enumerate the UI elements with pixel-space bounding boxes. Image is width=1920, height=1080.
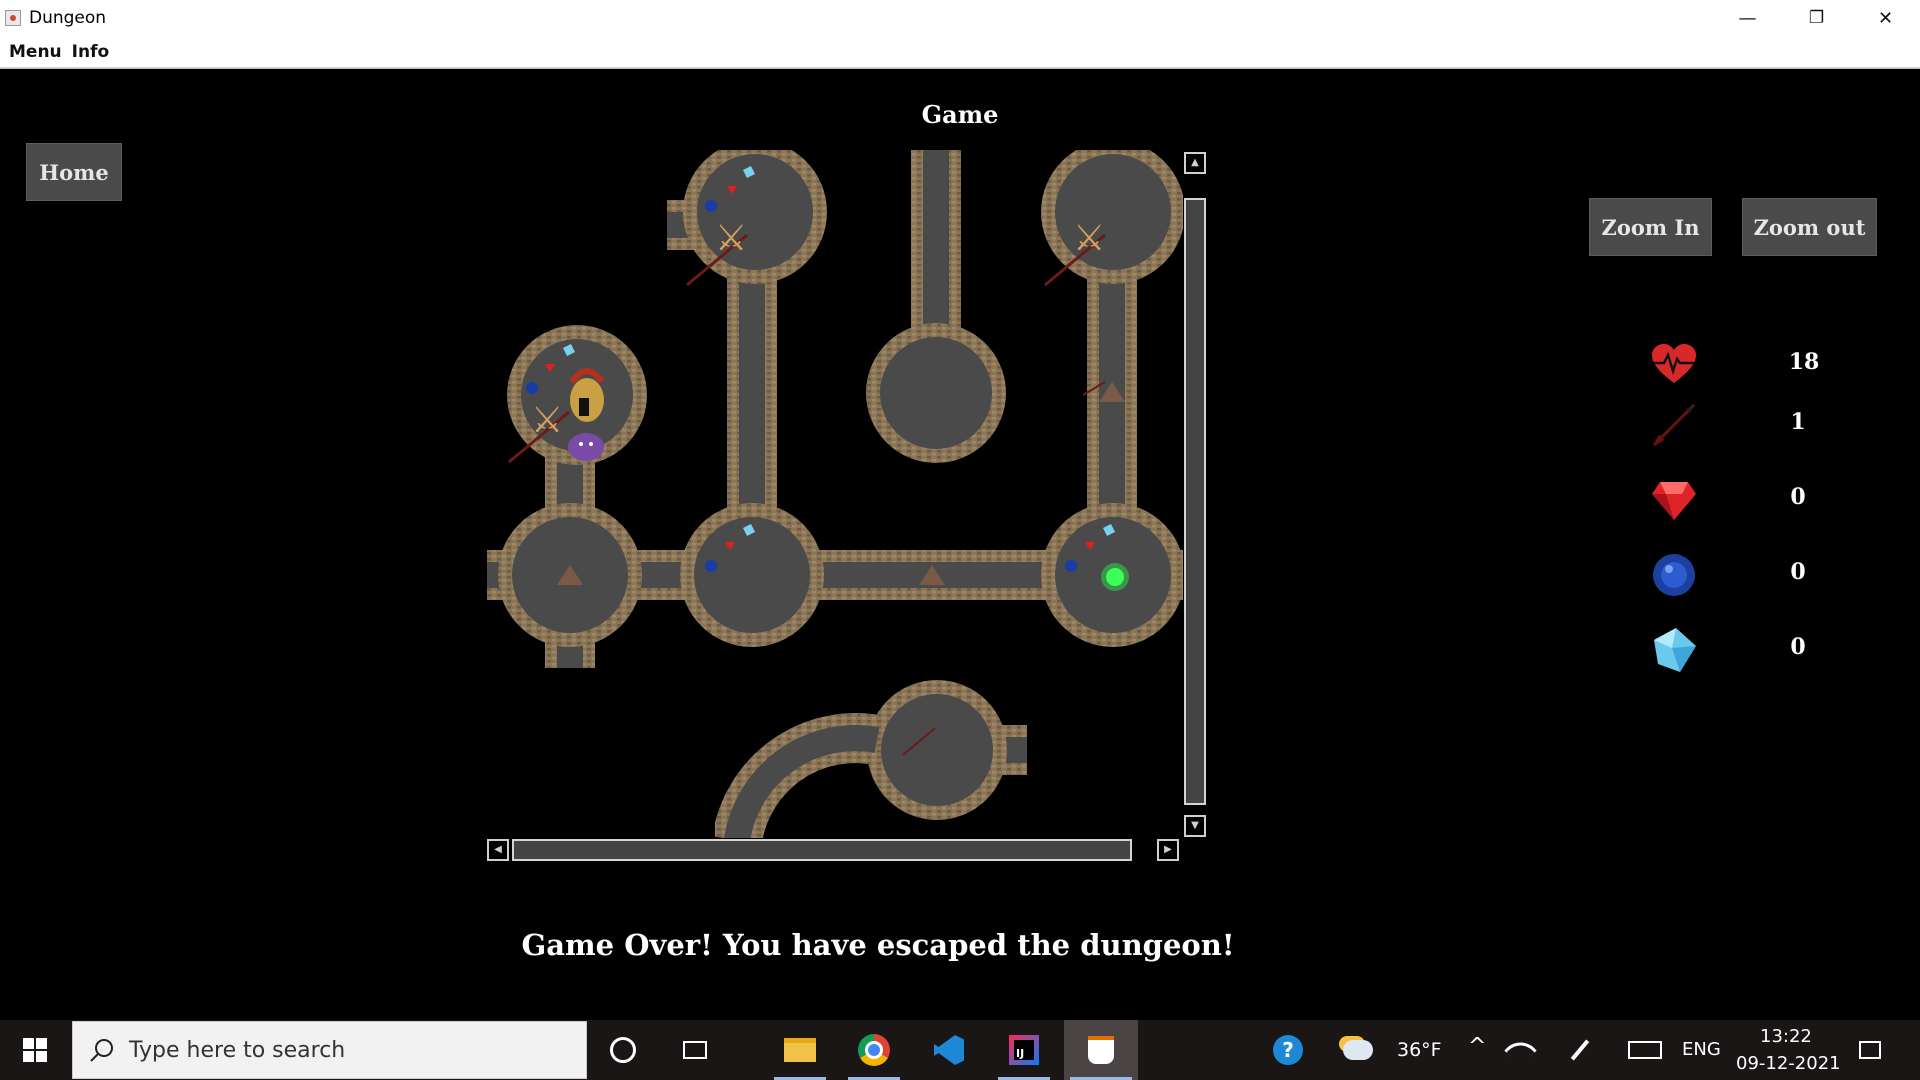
search-icon	[90, 1039, 113, 1062]
window-title: Dungeon	[29, 8, 107, 28]
sapphire-icon	[1653, 554, 1695, 596]
scroll-up-arrow-icon[interactable]: ▲	[1184, 152, 1206, 174]
show-hidden-icons-chevron-icon[interactable]: ^	[1468, 1034, 1486, 1059]
bat-creature-icon	[568, 433, 604, 461]
arrow-icon	[1652, 403, 1696, 447]
vscode-icon[interactable]	[919, 1026, 979, 1074]
intellij-icon[interactable]: IJ	[994, 1026, 1054, 1080]
stat-diamonds: 0	[1640, 620, 1840, 680]
stat-arrows: 1	[1640, 395, 1840, 455]
home-button[interactable]: Home	[26, 143, 122, 201]
diamonds-value: 0	[1790, 634, 1806, 660]
weather-temperature: 36°F	[1397, 1039, 1442, 1061]
menu-item-info[interactable]: Info	[72, 42, 110, 62]
java-app-taskbar-icon[interactable]	[1064, 1020, 1138, 1080]
health-value: 18	[1788, 349, 1820, 375]
zoom-in-button[interactable]: Zoom In	[1589, 198, 1712, 256]
arrows-value: 1	[1790, 409, 1806, 435]
horizontal-scroll-thumb[interactable]	[512, 839, 1132, 861]
player-icon	[569, 368, 605, 422]
java-app-icon	[5, 10, 21, 26]
scroll-left-arrow-icon[interactable]: ◀	[487, 839, 509, 861]
otyugh-monster-icon: ⚔	[1073, 218, 1105, 259]
otyugh-monster-icon: ⚔	[531, 400, 563, 441]
map-vertical-scrollbar[interactable]: ▲ ▼	[1183, 150, 1207, 838]
minimize-button[interactable]: —	[1713, 0, 1782, 36]
sapphire-icon	[1065, 560, 1077, 572]
clock-time[interactable]: 13:22	[1760, 1026, 1812, 1047]
windows-logo-icon	[23, 1038, 47, 1062]
game-status-message: Game Over! You have escaped the dungeon!	[521, 928, 1235, 962]
keyboard-icon[interactable]	[1620, 1026, 1670, 1074]
start-button[interactable]	[0, 1020, 70, 1080]
search-placeholder: Type here to search	[129, 1037, 346, 1063]
stat-sapphires: 0	[1640, 545, 1840, 605]
menu-bar: Menu Info	[0, 36, 1920, 68]
menu-item-menu[interactable]: Menu	[9, 42, 62, 62]
stat-health: 18	[1640, 335, 1840, 395]
rubies-value: 0	[1790, 484, 1806, 510]
dungeon-map[interactable]: ⚔ ⚔ ⚔	[487, 150, 1183, 840]
chrome-icon[interactable]	[844, 1026, 904, 1080]
cortana-icon[interactable]	[593, 1026, 653, 1074]
sapphires-value: 0	[1790, 559, 1806, 585]
exit-glow-icon	[1101, 563, 1129, 591]
window-controls: — ❐ ✕	[1713, 0, 1920, 36]
file-explorer-icon[interactable]	[770, 1026, 830, 1080]
map-horizontal-scrollbar[interactable]: ◀ ▶	[487, 838, 1183, 862]
task-view-icon[interactable]	[665, 1026, 725, 1074]
heart-icon	[1652, 344, 1696, 383]
pen-icon[interactable]	[1560, 1026, 1600, 1074]
vertical-scroll-thumb[interactable]	[1184, 198, 1206, 805]
help-icon[interactable]: ?	[1258, 1026, 1318, 1074]
sapphire-icon	[526, 382, 538, 394]
close-button[interactable]: ✕	[1851, 0, 1920, 36]
zoom-out-button[interactable]: Zoom out	[1742, 198, 1877, 256]
sapphire-icon	[705, 560, 717, 572]
taskbar-search-box[interactable]: Type here to search	[72, 1021, 587, 1079]
notification-center-icon[interactable]	[1840, 1026, 1900, 1074]
otyugh-monster-icon: ⚔	[715, 218, 747, 259]
weather-icon[interactable]	[1338, 1026, 1378, 1074]
wifi-icon[interactable]	[1500, 1026, 1540, 1074]
diamond-icon	[1654, 628, 1696, 672]
language-indicator[interactable]: ENG	[1682, 1039, 1721, 1060]
window-titlebar: Dungeon — ❐ ✕	[0, 0, 1920, 36]
game-title: Game	[921, 100, 999, 129]
scroll-down-arrow-icon[interactable]: ▼	[1184, 815, 1206, 837]
clock-date[interactable]: 09-12-2021	[1736, 1053, 1841, 1074]
ruby-icon	[1652, 482, 1696, 520]
windows-taskbar: Type here to search IJ ? 36°F ^ ENG 13:2…	[0, 1020, 1920, 1080]
stat-rubies: 0	[1640, 470, 1840, 530]
maximize-button[interactable]: ❐	[1782, 0, 1851, 36]
sapphire-icon	[705, 200, 717, 212]
scroll-right-arrow-icon[interactable]: ▶	[1157, 839, 1179, 861]
